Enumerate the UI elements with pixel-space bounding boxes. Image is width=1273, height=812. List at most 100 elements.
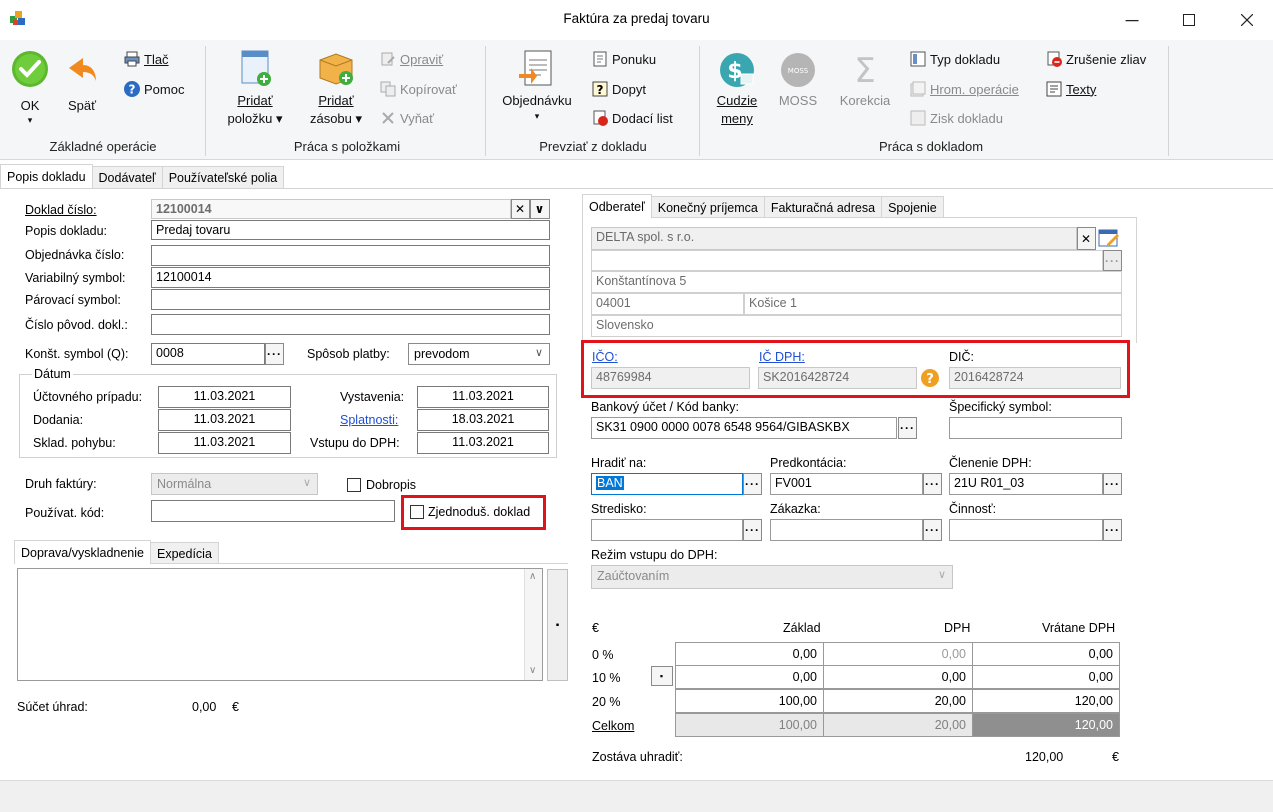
base-0-cell[interactable]: 0,00 [675,642,824,666]
textarea-scrollbar[interactable]: ∧ ∨ [524,569,542,680]
bulk-operations-button[interactable]: Hrom. operácie [910,78,1019,100]
close-button[interactable] [1224,0,1270,40]
cancel-discounts-button[interactable]: Zrušenie zliav [1046,48,1146,70]
invoice-kind-select[interactable]: Normálna ∨ [151,473,318,495]
help-button[interactable]: ? Pomoc [124,78,184,100]
bank-account-browse-button[interactable]: ··· [898,417,917,439]
precontation-field[interactable]: FV001 [770,473,923,495]
acc-date-field[interactable]: 11.03.2021 [158,386,291,408]
order-no-field[interactable] [151,245,550,266]
vat-2-cell[interactable]: 20,00 [823,689,973,713]
const-symbol-field[interactable]: 0008 [151,343,265,365]
tab-connection[interactable]: Spojenie [881,196,944,218]
maximize-button[interactable] [1166,0,1212,40]
transport-textarea[interactable] [17,568,543,681]
icdph-link[interactable]: IČ DPH: [759,350,805,364]
vat-0-cell[interactable]: 0,00 [823,642,973,666]
bank-account-field[interactable]: SK31 0900 0000 0078 6548 9564/GIBASKBX [591,417,897,439]
tab-final-recipient[interactable]: Konečný príjemca [650,196,765,218]
tab-billing-address[interactable]: Fakturačná adresa [763,196,883,218]
customer-zip-field[interactable]: 04001 [591,293,744,315]
vat-rate-10-button[interactable]: ▪ [651,666,673,686]
tab-expedition[interactable]: Expedícia [150,542,219,564]
desc-field[interactable]: Predaj tovaru [151,220,550,240]
activity-browse-button[interactable]: ··· [1103,519,1122,541]
job-field[interactable] [770,519,923,541]
delivery-date-field[interactable]: 11.03.2021 [158,409,291,431]
vat-split-browse-button[interactable]: ··· [1103,473,1122,495]
tab-customer[interactable]: Odberateľ [582,194,652,218]
precontation-browse-button[interactable]: ··· [923,473,942,495]
order-button[interactable]: Objednávku ▾ [495,48,579,122]
doc-type-button[interactable]: Typ dokladu [910,48,1000,70]
orig-doc-field[interactable] [151,314,550,335]
cut-button[interactable]: Vyňať [380,107,434,129]
pay-to-field[interactable]: BAN [591,473,743,495]
transport-side-button[interactable]: ▪ [547,569,568,681]
activity-field[interactable] [949,519,1103,541]
tab-doc-description[interactable]: Popis dokladu [0,164,93,188]
cost-center-browse-button[interactable]: ··· [743,519,762,541]
specific-symbol-field[interactable] [949,417,1122,439]
delivery-note-icon [593,110,608,126]
clear-doc-no-button[interactable]: ✕ [511,199,530,219]
doc-no-dropdown-button[interactable]: ∨ [530,199,550,219]
doc-no-field[interactable]: 12100014 [151,199,511,219]
vat-entry-date-field[interactable]: 11.03.2021 [417,432,549,454]
base-1-cell[interactable]: 0,00 [675,665,824,689]
print-button[interactable]: Tlač [124,48,169,70]
dic-field[interactable]: 2016428724 [949,367,1121,389]
vat-1-cell[interactable]: 0,00 [823,665,973,689]
tab-supplier[interactable]: Dodávateľ [91,166,163,188]
clear-customer-button[interactable]: ✕ [1077,227,1096,250]
icdph-field[interactable]: SK2016428724 [758,367,917,389]
edit-button[interactable]: Opraviť [380,48,443,70]
vat-split-field[interactable]: 21U R01_03 [949,473,1103,495]
pair-symbol-field[interactable] [151,289,550,310]
ico-link[interactable]: IČO: [592,350,618,364]
back-button[interactable]: Späť [60,50,104,115]
credit-note-checkbox[interactable] [347,478,361,492]
cost-center-field[interactable] [591,519,743,541]
customer-browse-button[interactable]: ··· [1103,250,1122,271]
vat-check-icon[interactable]: ? [920,368,940,388]
ico-field[interactable]: 48769984 [591,367,750,389]
foreign-currency-button[interactable]: $ Cudzie meny [708,48,766,128]
user-code-field[interactable] [151,500,395,522]
stock-date-field[interactable]: 11.03.2021 [158,432,291,454]
customer-name-field[interactable]: DELTA spol. s r.o. [591,227,1077,250]
issue-date-field[interactable]: 11.03.2021 [417,386,549,408]
tab-transport[interactable]: Doprava/vyskladnenie [14,540,151,564]
const-symbol-browse-button[interactable]: ··· [265,343,284,365]
ok-button[interactable]: OK ▾ [8,50,52,125]
customer-address-line2[interactable] [591,250,1103,271]
pay-to-browse-button[interactable]: ··· [743,473,762,495]
base-2-cell[interactable]: 100,00 [675,689,824,713]
job-browse-button[interactable]: ··· [923,519,942,541]
tab-user-fields[interactable]: Používateľské polia [161,166,285,188]
add-stock-button[interactable]: Pridať zásobu ▾ [300,48,372,128]
customer-city-field[interactable]: Košice 1 [744,293,1122,315]
due-date-field[interactable]: 18.03.2021 [417,409,549,431]
edit-customer-icon[interactable] [1097,226,1121,250]
doc-profit-button[interactable]: Zisk dokladu [910,107,1003,129]
total-2-cell[interactable]: 120,00 [972,689,1120,713]
delivery-note-button[interactable]: Dodací list [592,107,673,129]
inquiry-button[interactable]: ? Dopyt [592,78,646,100]
vat-mode-select[interactable]: Zaúčtovaním ∨ [591,565,953,589]
total-1-cell[interactable]: 0,00 [972,665,1120,689]
minimize-button[interactable]: ─ [1109,0,1155,40]
due-date-link[interactable]: Splatnosti: [340,413,398,427]
add-item-button[interactable]: Pridať položku ▾ [220,48,290,128]
correction-button[interactable]: Σ Korekcia [832,48,898,110]
simplified-doc-checkbox[interactable] [410,505,424,519]
texts-button[interactable]: Texty [1046,78,1096,100]
customer-country-field[interactable]: Slovensko [591,315,1122,337]
var-symbol-field[interactable]: 12100014 [151,267,550,288]
payment-method-select[interactable]: prevodom ∨ [408,343,550,365]
offer-button[interactable]: Ponuku [592,48,656,70]
moss-button[interactable]: MOSS MOSS [772,48,824,110]
copy-button[interactable]: Kopírovať [380,78,457,100]
customer-street-field[interactable]: Konštantínova 5 [591,271,1122,293]
total-0-cell[interactable]: 0,00 [972,642,1120,666]
